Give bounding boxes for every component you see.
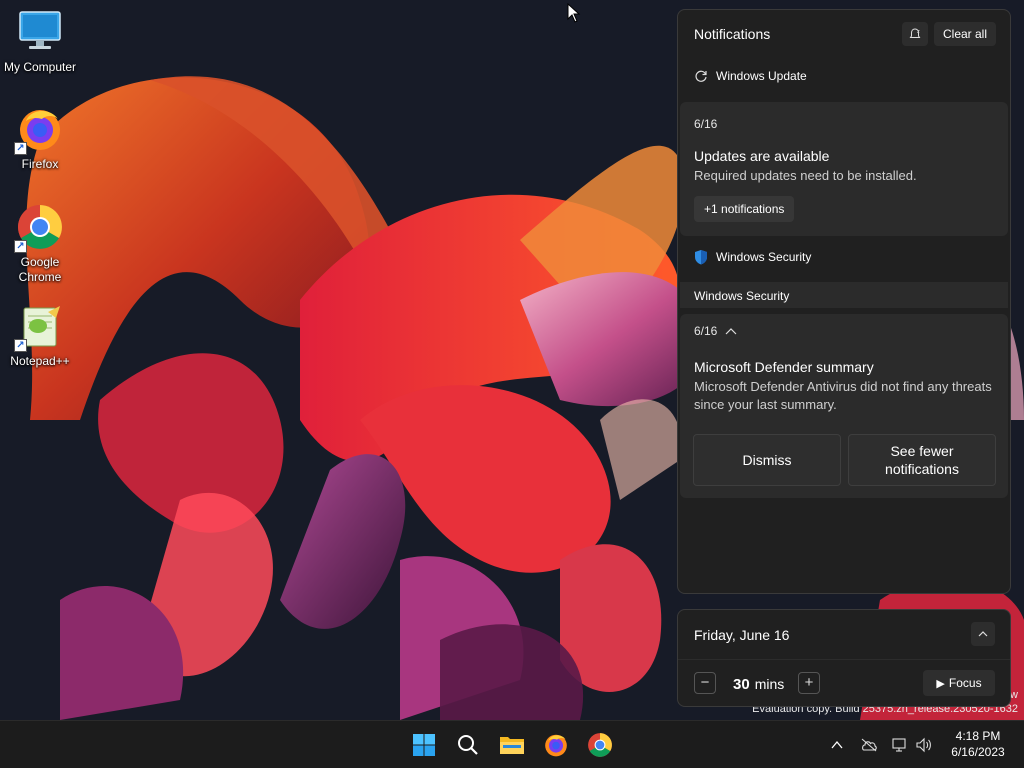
taskbar-firefox[interactable] bbox=[540, 729, 572, 761]
focus-start-button[interactable]: ▶ Focus bbox=[923, 670, 995, 696]
taskbar-file-explorer[interactable] bbox=[496, 729, 528, 761]
clock-date: 6/16/2023 bbox=[951, 745, 1005, 759]
notification-card-title: Updates are available bbox=[694, 148, 830, 164]
volume-icon bbox=[916, 737, 931, 753]
focus-minutes-unit: mins bbox=[754, 676, 785, 692]
chevron-up-icon bbox=[978, 631, 988, 637]
shortcut-arrow-icon: ↗ bbox=[14, 339, 27, 352]
notification-header: Notifications z Clear all bbox=[678, 10, 1010, 58]
chrome-icon bbox=[588, 733, 612, 757]
svg-text:z: z bbox=[917, 29, 920, 35]
stacked-notification-label: Windows Security bbox=[694, 289, 790, 303]
notification-card-body: Microsoft Defender Antivirus did not fin… bbox=[694, 379, 992, 412]
desktop-icon-label: Firefox bbox=[21, 157, 59, 171]
firefox-icon bbox=[545, 734, 567, 757]
refresh-icon bbox=[695, 70, 707, 82]
calendar-date-label[interactable]: Friday, June 16 bbox=[694, 627, 789, 643]
stacked-notification-strip[interactable]: Windows Security bbox=[680, 282, 1008, 308]
notification-center: Notifications z Clear all Windows Update… bbox=[677, 9, 1011, 594]
notification-date-text: 6/16 bbox=[694, 117, 718, 131]
group-header-windows-security[interactable]: Windows Security bbox=[694, 249, 811, 265]
notification-date: 6/16 bbox=[694, 117, 717, 131]
search-icon bbox=[458, 735, 478, 755]
desktop-icon-notepad-plus-plus[interactable]: ↗ Notepad++ bbox=[0, 302, 80, 369]
notification-date: 6/16 bbox=[694, 324, 737, 338]
focus-minutes-value: 30 bbox=[733, 676, 750, 693]
desktop-icon-label: My Computer bbox=[3, 60, 77, 74]
shield-icon bbox=[695, 250, 707, 265]
dismiss-button[interactable]: Dismiss bbox=[693, 434, 841, 486]
clock-time: 4:18 PM bbox=[955, 729, 1001, 743]
chevron-up-icon bbox=[831, 741, 843, 749]
firefox-icon: ↗ bbox=[14, 105, 64, 155]
notification-title: Notifications bbox=[694, 26, 771, 42]
show-hidden-icons-button[interactable] bbox=[827, 735, 847, 755]
notification-card-title: Microsoft Defender summary bbox=[694, 359, 874, 375]
clear-all-button[interactable]: Clear all bbox=[934, 22, 996, 46]
shortcut-arrow-icon: ↗ bbox=[14, 142, 27, 155]
network-icon bbox=[892, 738, 906, 752]
computer-icon bbox=[16, 8, 64, 56]
calendar-focus-panel: Friday, June 16 − 30 mins + ▶ Focus bbox=[677, 609, 1011, 707]
notification-card-update[interactable]: 6/16 Updates are available Required upda… bbox=[680, 102, 1008, 236]
shortcut-arrow-icon: ↗ bbox=[14, 240, 27, 253]
do-not-disturb-button[interactable]: z bbox=[902, 22, 928, 46]
desktop-icon-my-computer[interactable]: My Computer bbox=[0, 8, 80, 75]
taskbar-chrome[interactable] bbox=[584, 729, 616, 761]
desktop-icon-firefox[interactable]: ↗ Firefox bbox=[0, 105, 80, 172]
taskbar-clock[interactable]: 4:18 PM 6/16/2023 bbox=[944, 728, 1012, 760]
focus-duration: 30 mins bbox=[733, 676, 784, 693]
volume-tray-button[interactable] bbox=[914, 735, 934, 755]
focus-button-label: Focus bbox=[948, 676, 982, 690]
onedrive-tray-button[interactable] bbox=[859, 735, 879, 755]
cloud-off-icon bbox=[861, 738, 877, 752]
chevron-up-icon[interactable] bbox=[725, 327, 737, 335]
focus-increase-button[interactable]: + bbox=[798, 672, 820, 694]
desktop-icon-label: Google Chrome bbox=[18, 255, 62, 284]
search-button[interactable] bbox=[452, 729, 484, 761]
windows-logo-icon bbox=[413, 734, 435, 756]
more-notifications-button[interactable]: +1 notifications bbox=[694, 196, 795, 222]
taskbar: 4:18 PM 6/16/2023 bbox=[0, 720, 1024, 768]
do-not-disturb-icon: z bbox=[909, 28, 921, 38]
desktop-icon-label: Notepad++ bbox=[10, 354, 70, 368]
desktop-icon-google-chrome[interactable]: ↗ Google Chrome bbox=[0, 203, 80, 285]
see-fewer-notifications-button[interactable]: See fewer notifications bbox=[848, 434, 996, 486]
focus-decrease-button[interactable]: − bbox=[694, 672, 716, 694]
calendar-expand-button[interactable] bbox=[971, 622, 995, 646]
start-button[interactable] bbox=[408, 729, 440, 761]
notepad-plus-plus-icon: ↗ bbox=[14, 302, 64, 352]
folder-icon bbox=[500, 737, 524, 754]
notification-date-text: 6/16 bbox=[694, 324, 718, 338]
play-icon: ▶ bbox=[936, 678, 945, 690]
notification-card-body: Required updates need to be installed. bbox=[694, 168, 917, 183]
group-header-windows-update[interactable]: Windows Update bbox=[694, 69, 807, 83]
mouse-cursor-icon bbox=[567, 2, 581, 28]
divider bbox=[678, 659, 1010, 660]
group-app-name: Windows Update bbox=[716, 69, 807, 83]
network-tray-button[interactable] bbox=[890, 735, 910, 755]
chrome-icon: ↗ bbox=[14, 203, 64, 253]
group-app-name: Windows Security bbox=[716, 250, 812, 264]
